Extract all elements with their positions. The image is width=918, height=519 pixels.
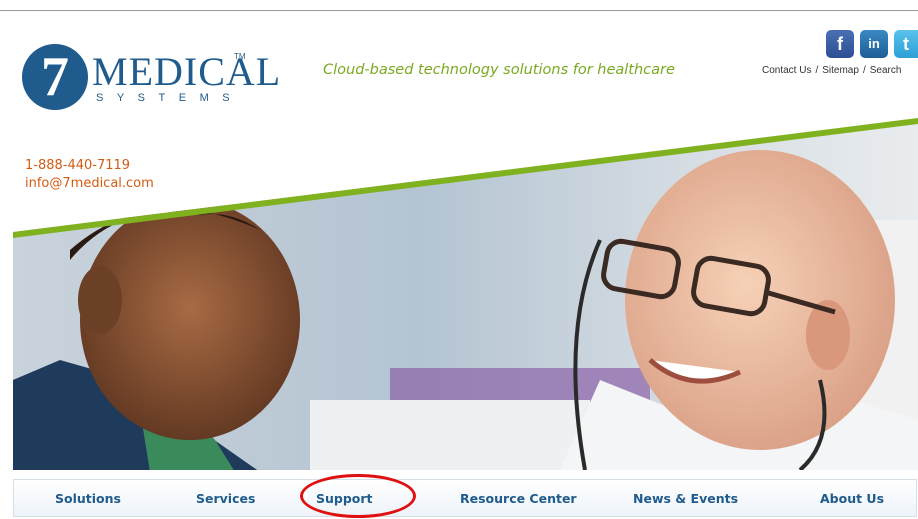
nav-item-services[interactable]: Services (196, 480, 255, 518)
nav-item-news-events[interactable]: News & Events (633, 480, 738, 518)
link-separator: / (815, 65, 819, 76)
sitemap-link[interactable]: Sitemap (822, 65, 859, 76)
company-logo[interactable]: 7 MEDICAL TM SYSTEMS (22, 44, 280, 114)
logo-wordmark: MEDICAL (92, 49, 282, 94)
tagline: Cloud-based technology solutions for hea… (323, 62, 675, 78)
search-link[interactable]: Search (870, 65, 902, 76)
email-address[interactable]: info@7medical.com (25, 175, 154, 193)
phone-number[interactable]: 1-888-440-7119 (25, 157, 154, 175)
social-links: f in t (826, 30, 918, 58)
logo-subtitle: SYSTEMS (96, 92, 244, 104)
contact-us-link[interactable]: Contact Us (762, 65, 811, 76)
nav-item-resource-center[interactable]: Resource Center (460, 480, 577, 518)
logo-numeral: 7 (22, 44, 88, 110)
nav-item-about-us[interactable]: About Us (820, 480, 884, 518)
linkedin-icon[interactable]: in (860, 30, 888, 58)
utility-links: Contact Us / Sitemap / Search (762, 65, 901, 76)
logo-trademark: TM (234, 52, 246, 61)
contact-info: 1-888-440-7119 info@7medical.com (25, 157, 154, 193)
twitter-icon[interactable]: t (894, 30, 918, 58)
main-nav: Solutions Services Support Resource Cent… (13, 479, 917, 517)
nav-item-support[interactable]: Support (316, 480, 373, 518)
facebook-icon[interactable]: f (826, 30, 854, 58)
nav-item-solutions[interactable]: Solutions (55, 480, 121, 518)
link-separator: / (862, 65, 866, 76)
